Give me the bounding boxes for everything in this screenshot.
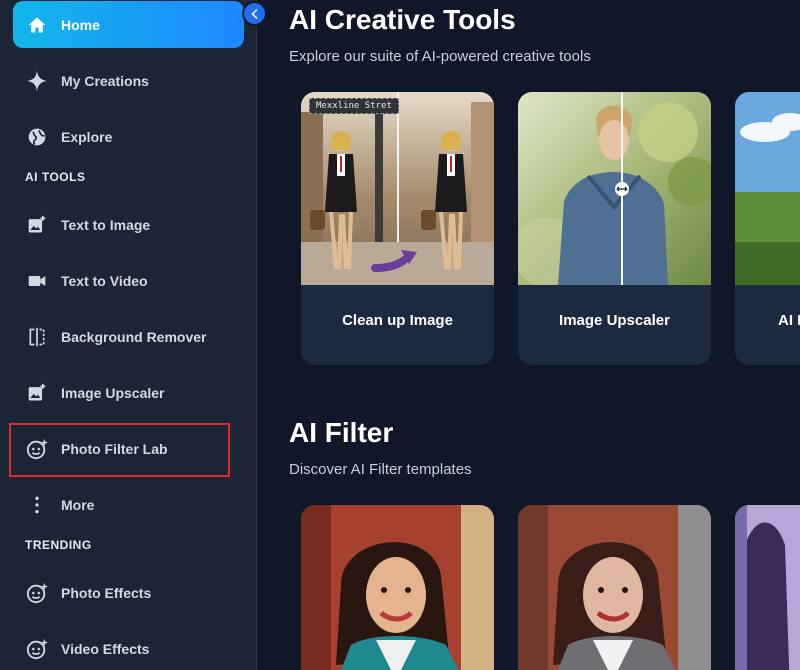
sidebar-item-text-to-video[interactable]: Text to Video — [13, 257, 244, 304]
sidebar-item-my-creations[interactable]: My Creations — [13, 57, 244, 104]
sidebar-item-label: Home — [61, 16, 100, 33]
home-icon — [25, 13, 49, 37]
sidebar-item-explore[interactable]: Explore — [13, 113, 244, 160]
globe-icon — [25, 125, 49, 149]
chevron-left-icon — [250, 8, 257, 19]
page-subtitle: Explore our suite of AI-powered creative… — [289, 48, 591, 65]
main-content: AI Creative Tools Explore our suite of A… — [258, 0, 800, 670]
sidebar-item-label: More — [61, 496, 95, 513]
street-sign-label: Mexxline Stret — [309, 98, 399, 114]
tool-card-image-upscaler[interactable]: Image Upscaler — [518, 92, 711, 365]
face-sparkle-icon — [25, 637, 49, 661]
filter-card[interactable] — [735, 505, 800, 670]
section-title-ai-tools: AI TOOLS — [25, 170, 86, 184]
collapse-sidebar-button[interactable] — [242, 1, 267, 26]
card-title: Clean up Image — [342, 312, 453, 329]
image-plus-icon — [25, 381, 49, 405]
filter-thumbnail — [518, 505, 711, 670]
sidebar-item-text-to-image[interactable]: Text to Image — [13, 201, 244, 248]
section-subtitle-ai-filter: Discover AI Filter templates — [289, 461, 472, 478]
sidebar-item-label: Video Effects — [61, 640, 150, 657]
sidebar-item-photo-filter-lab[interactable]: Photo Filter Lab — [13, 425, 244, 472]
sidebar-item-more[interactable]: More — [13, 481, 244, 528]
sidebar-item-label: Text to Image — [61, 216, 151, 233]
video-camera-icon — [25, 269, 49, 293]
filter-thumbnail — [735, 505, 800, 670]
sidebar-item-photo-effects[interactable]: Photo Effects — [13, 569, 244, 616]
card-thumbnail — [518, 92, 711, 285]
sidebar-item-background-remover[interactable]: Background Remover — [13, 313, 244, 360]
tool-card-clean-up-image[interactable]: Mexxline Stret Clean up Image — [301, 92, 494, 365]
card-title: AI I — [778, 312, 800, 329]
filter-thumbnail — [301, 505, 494, 670]
more-vertical-icon — [25, 493, 49, 517]
card-thumbnail — [735, 92, 800, 285]
section-title-trending: TRENDING — [25, 538, 92, 552]
card-thumbnail: Mexxline Stret — [301, 92, 494, 285]
sidebar-item-image-upscaler[interactable]: Image Upscaler — [13, 369, 244, 416]
sidebar-item-label: Explore — [61, 128, 113, 145]
sidebar: Home My Creations Explore AI TOOLS Text … — [0, 0, 257, 670]
sidebar-item-video-effects[interactable]: Video Effects — [13, 625, 244, 670]
sidebar-item-label: Text to Video — [61, 272, 148, 289]
image-plus-icon — [25, 213, 49, 237]
face-sparkle-icon — [25, 437, 49, 461]
filter-card[interactable] — [518, 505, 711, 670]
face-sparkle-icon — [25, 581, 49, 605]
sidebar-item-label: Photo Effects — [61, 584, 152, 601]
page-title: AI Creative Tools — [289, 4, 516, 35]
background-remover-icon — [25, 325, 49, 349]
tool-card-ai-partial[interactable]: AI I — [735, 92, 800, 365]
sidebar-item-label: Image Upscaler — [61, 384, 165, 401]
sidebar-item-label: My Creations — [61, 72, 149, 89]
sidebar-item-label: Photo Filter Lab — [61, 440, 168, 457]
section-title-ai-filter: AI Filter — [289, 417, 394, 448]
sparkle-icon — [25, 69, 49, 93]
filter-card[interactable] — [301, 505, 494, 670]
sidebar-item-home[interactable]: Home — [13, 1, 244, 48]
sidebar-item-label: Background Remover — [61, 328, 207, 345]
card-title: Image Upscaler — [559, 312, 670, 329]
